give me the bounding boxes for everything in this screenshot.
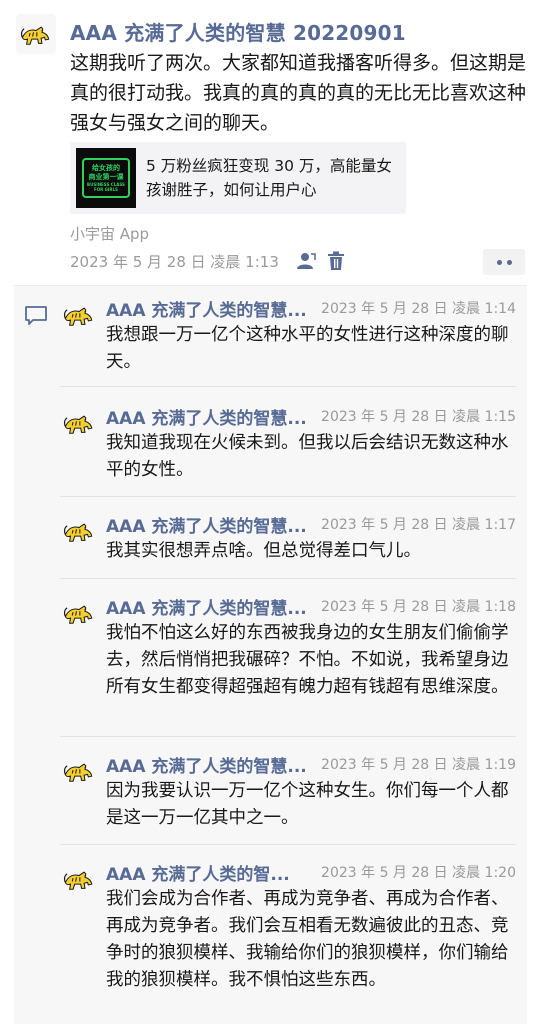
commenter-avatar[interactable] xyxy=(60,752,98,790)
comment-text: 我怕不怕这么好的东西被我身边的女生朋友们偷偷学去，然后悄悄把我碾碎？不怕。不如说… xyxy=(106,623,509,697)
comment-time: 2023 年 5 月 28 日 凌晨 1:14 xyxy=(321,301,516,317)
comment-bubble-icon xyxy=(25,306,47,325)
comment-divider xyxy=(60,844,516,845)
dot-icon xyxy=(496,259,502,265)
comment-text: 我其实很想弄点啥。但总觉得差口气儿。 xyxy=(106,541,421,561)
commenter-avatar[interactable] xyxy=(60,404,98,442)
tiger-avatar-icon xyxy=(62,596,96,630)
comment-item[interactable]: AAA 充满了人类的智... 2023 年 5 月 28 日 凌晨 1:20 我… xyxy=(60,860,527,1020)
moment-post: AAA 充满了人类的智慧 20220901 这期我听了两次。大家都知道我播客听得… xyxy=(0,0,539,285)
commenter-name[interactable]: AAA 充满了人类的智慧... xyxy=(106,752,307,777)
comment-divider xyxy=(60,736,516,737)
comment-item[interactable]: AAA 充满了人类的智慧... 2023 年 5 月 28 日 凌晨 1:15 … xyxy=(60,404,527,484)
commenter-avatar[interactable] xyxy=(60,296,98,334)
comment-time: 2023 年 5 月 28 日 凌晨 1:18 xyxy=(321,599,516,615)
thumb-line-1: 给女孩的 xyxy=(92,164,120,172)
comment-text: 我们会成为合作者、再成为竞争者、再成为合作者、再成为竞争者。我们会互相看无数遍彼… xyxy=(106,889,509,990)
tiger-avatar-icon xyxy=(19,17,53,51)
comment-text: 我想跟一万一亿个这种水平的女性进行这种深度的聊天。 xyxy=(106,325,509,372)
commenter-name[interactable]: AAA 充满了人类的智慧... xyxy=(106,512,307,537)
commenter-avatar[interactable] xyxy=(60,594,98,632)
commenter-name[interactable]: AAA 充满了人类的智慧... xyxy=(106,404,307,429)
commenter-name[interactable]: AAA 充满了人类的智慧... xyxy=(106,296,307,321)
thumb-line-2: 商业第一课 xyxy=(88,173,124,181)
comment-divider xyxy=(60,578,516,579)
comment-time: 2023 年 5 月 28 日 凌晨 1:15 xyxy=(321,409,516,425)
more-actions-button[interactable] xyxy=(483,249,525,275)
commenter-avatar[interactable] xyxy=(60,860,98,898)
tiger-avatar-icon xyxy=(62,754,96,788)
tiger-avatar-icon xyxy=(62,514,96,548)
link-title: 5 万粉丝疯狂变现 30 万，高能量女孩谢胜子，如何让用户心 xyxy=(146,157,392,199)
commenter-avatar[interactable] xyxy=(60,512,98,550)
comment-time: 2023 年 5 月 28 日 凌晨 1:19 xyxy=(321,757,516,773)
comment-item[interactable]: AAA 充满了人类的智慧... 2023 年 5 月 28 日 凌晨 1:14 … xyxy=(60,296,527,376)
comment-text: 我知道我现在火候未到。但我以后会结识无数这种水平的女性。 xyxy=(106,433,509,480)
comment-text: 因为我要认识一万一亿个这种女生。你们每一个人都是这一万一亿其中之一。 xyxy=(106,781,509,828)
commenter-name[interactable]: AAA 充满了人类的智慧... xyxy=(106,594,307,619)
comment-divider xyxy=(60,386,516,387)
post-source[interactable]: 小宇宙 App xyxy=(70,223,149,244)
post-text: 这期我听了两次。大家都知道我播客听得多。但这期是真的很打动我。我真的真的真的真的… xyxy=(70,52,527,134)
commenter-name[interactable]: AAA 充满了人类的智... xyxy=(106,860,290,885)
comment-item[interactable]: AAA 充满了人类的智慧... 2023 年 5 月 28 日 凌晨 1:19 … xyxy=(60,752,527,832)
post-timestamp: 2023 年 5 月 28 日 凌晨 1:13 xyxy=(70,253,279,271)
comment-time: 2023 年 5 月 28 日 凌晨 1:17 xyxy=(321,517,516,533)
link-thumbnail: 给女孩的 商业第一课 BUSINESS CLASS FOR GIRLS xyxy=(76,148,136,208)
tiger-avatar-icon xyxy=(62,862,96,896)
tiger-avatar-icon xyxy=(62,298,96,332)
delete-trash-icon[interactable] xyxy=(327,251,345,271)
comment-item[interactable]: AAA 充满了人类的智慧... 2023 年 5 月 28 日 凌晨 1:18 … xyxy=(60,594,527,724)
dot-icon xyxy=(506,259,512,265)
author-avatar[interactable] xyxy=(16,14,56,54)
comment-divider xyxy=(60,496,516,497)
visibility-person-icon[interactable] xyxy=(296,251,316,271)
comments-section: AAA 充满了人类的智慧... 2023 年 5 月 28 日 凌晨 1:14 … xyxy=(14,285,527,1024)
tiger-avatar-icon xyxy=(62,406,96,440)
shared-link-card[interactable]: 给女孩的 商业第一课 BUSINESS CLASS FOR GIRLS 5 万粉… xyxy=(70,142,406,214)
comment-time: 2023 年 5 月 28 日 凌晨 1:20 xyxy=(321,865,516,881)
thumbnail-logo: 给女孩的 商业第一课 BUSINESS CLASS FOR GIRLS xyxy=(82,158,130,198)
comment-item[interactable]: AAA 充满了人类的智慧... 2023 年 5 月 28 日 凌晨 1:17 … xyxy=(60,512,527,572)
post-author-name[interactable]: AAA 充满了人类的智慧 20220901 xyxy=(70,17,406,46)
thumb-sub: BUSINESS CLASS FOR GIRLS xyxy=(87,182,125,192)
